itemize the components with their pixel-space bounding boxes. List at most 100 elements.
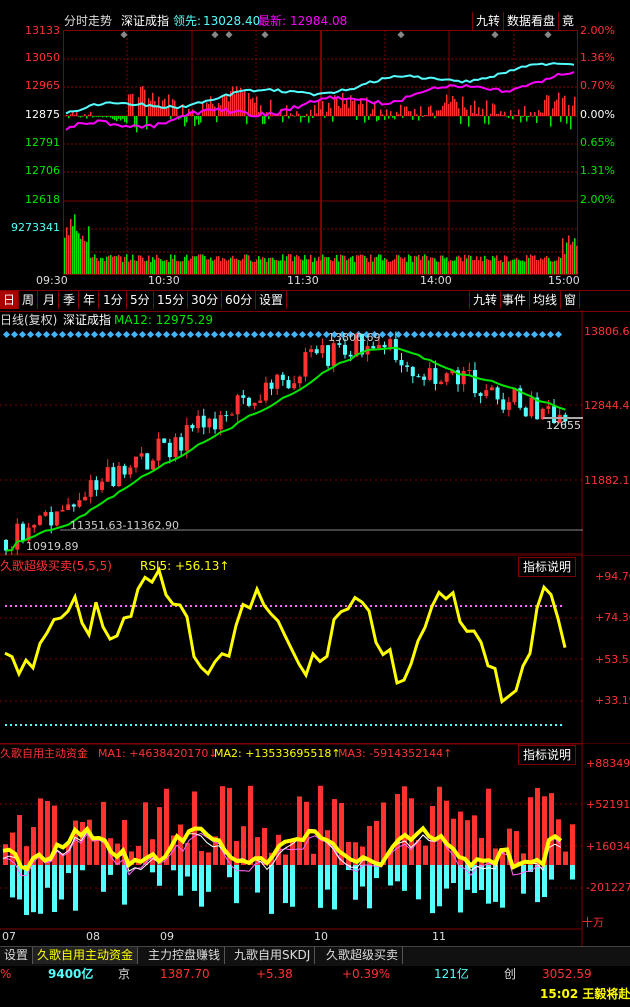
period-30min[interactable]: 30分 xyxy=(188,291,223,309)
intraday-strength-bar xyxy=(166,107,168,116)
intraday-strength-bar xyxy=(198,116,200,125)
fund-negative-bar xyxy=(535,865,540,903)
volume-bar xyxy=(550,261,552,274)
kline-candle xyxy=(388,339,393,348)
tab-skdj[interactable]: 九歌自用SKDJ xyxy=(230,947,316,964)
period-15min[interactable]: 15分 xyxy=(154,291,189,309)
intraday-strength-bar xyxy=(392,116,394,118)
event-diamond xyxy=(290,330,299,339)
event-diamond xyxy=(138,330,147,339)
volume-bar xyxy=(572,241,574,274)
intraday-strength-bar xyxy=(418,116,420,121)
fund-chart[interactable] xyxy=(0,743,630,947)
tab-super-trade[interactable]: 久歌超级买卖 xyxy=(322,947,404,964)
intraday-strength-bar xyxy=(120,116,122,121)
volume-bar xyxy=(64,237,66,274)
ticker-price3: 3052.59 xyxy=(542,967,592,981)
period-day[interactable]: 日 xyxy=(0,291,20,309)
kline-candle xyxy=(286,379,291,389)
event-diamond xyxy=(490,330,499,339)
fund-positive-bar xyxy=(395,793,400,865)
intraday-strength-bar xyxy=(396,111,398,116)
volume-bar xyxy=(252,261,254,274)
fund-negative-bar xyxy=(416,865,421,900)
intraday-strength-bar xyxy=(340,108,342,116)
kline-candle xyxy=(422,376,427,380)
event-diamond xyxy=(74,330,83,339)
intraday-strength-bar xyxy=(386,109,388,116)
event-diamond xyxy=(194,330,203,339)
period-60min[interactable]: 60分 xyxy=(222,291,257,309)
intraday-strength-bar xyxy=(356,116,358,121)
ticker-price2: 1387.70 xyxy=(160,967,210,981)
volume-bar xyxy=(466,258,468,274)
volume-bar xyxy=(90,257,92,274)
rsi-chart[interactable] xyxy=(0,555,630,745)
kline-candle xyxy=(49,512,54,526)
intraday-chart[interactable] xyxy=(0,0,630,290)
window-button[interactable]: 窗 xyxy=(561,291,581,309)
fund-negative-bar xyxy=(38,865,43,914)
period-week[interactable]: 周 xyxy=(19,291,39,309)
event-diamond xyxy=(106,330,115,339)
kline-candle xyxy=(495,387,500,400)
intraday-strength-bar xyxy=(84,114,86,116)
period-year[interactable]: 年 xyxy=(80,291,100,309)
volume-bar xyxy=(230,257,232,274)
ticker-name2[interactable]: 京 xyxy=(118,965,130,983)
event-diamond xyxy=(154,330,163,339)
kline-candle xyxy=(326,345,331,366)
event-diamond xyxy=(546,330,555,339)
ma-button[interactable]: 均线 xyxy=(530,291,562,309)
period-5min[interactable]: 5分 xyxy=(127,291,154,309)
event-diamond xyxy=(458,330,467,339)
volume-bar xyxy=(256,259,258,274)
fund-positive-bar xyxy=(45,800,50,865)
volume-bar xyxy=(532,255,534,274)
kline-candle xyxy=(320,345,325,354)
kline-candle xyxy=(343,344,347,355)
fund-positive-bar xyxy=(206,852,211,865)
kline-candle xyxy=(179,437,184,451)
period-settings[interactable]: 设置 xyxy=(256,291,288,309)
tab-settings[interactable]: 设置 xyxy=(0,947,34,964)
volume-bar xyxy=(218,256,220,274)
volume-bar xyxy=(570,244,572,274)
rsi-tick: +53.53 xyxy=(595,653,630,666)
intraday-strength-bar xyxy=(94,116,96,117)
event-diamond xyxy=(258,330,267,339)
intraday-strength-bar xyxy=(468,116,470,127)
fund-negative-bar xyxy=(66,865,71,874)
volume-bar xyxy=(104,261,106,274)
volume-bar xyxy=(412,261,414,274)
volume-bar xyxy=(142,257,144,274)
events-button[interactable]: 事件 xyxy=(499,291,531,309)
event-diamond xyxy=(306,330,315,339)
volume-bar xyxy=(150,261,152,274)
period-1min[interactable]: 1分 xyxy=(100,291,127,309)
volume-bar xyxy=(72,226,74,274)
jiuzhuan-k-button[interactable]: 九转 xyxy=(469,291,502,309)
kline-price-tick: 13806.63 xyxy=(584,325,630,338)
volume-bar xyxy=(88,226,90,274)
intraday-strength-bar xyxy=(520,116,522,123)
intraday-strength-bar xyxy=(382,114,384,116)
period-month[interactable]: 月 xyxy=(40,291,60,309)
kline-candle xyxy=(230,414,234,416)
fund-negative-bar xyxy=(178,865,183,896)
intraday-strength-bar xyxy=(142,86,144,116)
kline-candle xyxy=(439,381,444,384)
tab-active-fund[interactable]: 久歌自用主动资金 xyxy=(33,947,139,964)
intraday-strength-bar xyxy=(490,113,492,116)
kline-current-label: 12655 xyxy=(546,419,581,432)
volume-bar xyxy=(514,259,516,274)
news-ticker[interactable]: 15:02 王毅将赴 xyxy=(540,985,630,1003)
intraday-strength-bar xyxy=(530,112,532,116)
kline-candle xyxy=(43,512,48,516)
tab-main-control[interactable]: 主力控盘赚钱 xyxy=(144,947,226,964)
kline-candle xyxy=(529,397,534,417)
volume-bar xyxy=(242,258,244,274)
period-quarter[interactable]: 季 xyxy=(60,291,80,309)
fund-negative-bar xyxy=(171,865,176,871)
ticker-name3[interactable]: 创 xyxy=(504,965,516,983)
